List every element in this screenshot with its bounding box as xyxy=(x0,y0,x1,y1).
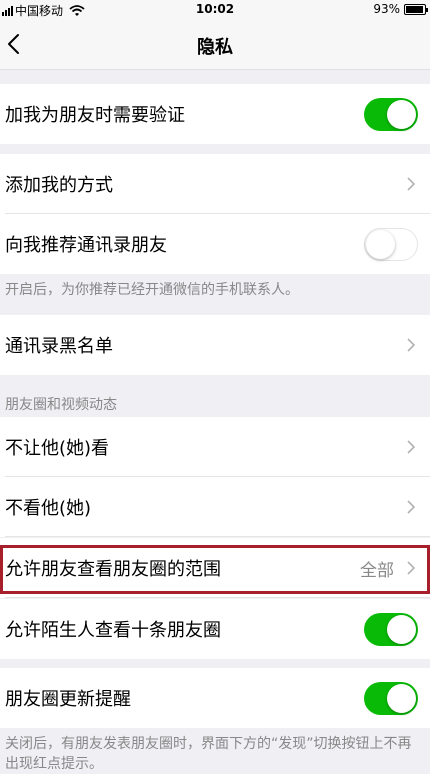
status-bar: 中国移动 10:02 93% xyxy=(0,0,430,20)
divider xyxy=(5,536,430,537)
divider xyxy=(5,597,430,598)
status-time: 10:02 xyxy=(195,2,235,16)
add-methods-label: 添加我的方式 xyxy=(5,175,113,196)
chevron-right-icon xyxy=(407,440,416,454)
hide-my-posts-row[interactable]: 不让他(她)看 xyxy=(0,417,430,477)
recommend-contacts-note: 开启后，为你推荐已经开通微信的手机联系人。 xyxy=(5,282,299,298)
chevron-right-icon xyxy=(407,338,416,352)
stranger-view-toggle[interactable] xyxy=(364,613,418,646)
status-right: 93% xyxy=(373,2,428,16)
verify-friend-label: 加我为朋友时需要验证 xyxy=(5,105,185,126)
stranger-view-label: 允许陌生人查看十条朋友圈 xyxy=(5,620,221,641)
update-reminder-toggle[interactable] xyxy=(364,682,418,715)
hide-their-posts-row[interactable]: 不看他(她) xyxy=(0,477,430,537)
add-methods-row[interactable]: 添加我的方式 xyxy=(0,154,430,214)
update-reminder-label: 朋友圈更新提醒 xyxy=(5,689,131,710)
battery-percent: 93% xyxy=(373,2,400,16)
update-reminder-row[interactable]: 朋友圈更新提醒 xyxy=(0,668,430,728)
verify-friend-toggle[interactable] xyxy=(364,98,418,131)
hide-my-posts-label: 不让他(她)看 xyxy=(5,438,110,459)
visible-range-label: 允许朋友查看朋友圈的范围 xyxy=(5,559,221,580)
blacklist-label: 通讯录黑名单 xyxy=(5,336,113,357)
chevron-right-icon xyxy=(407,500,416,514)
battery-icon xyxy=(404,3,428,15)
moments-section-header: 朋友圈和视频动态 xyxy=(5,397,117,413)
update-reminder-note: 关闭后，有朋友发表朋友圈时，界面下方的“发现”切换按钮上不再出现红点提示。 xyxy=(5,736,412,772)
chevron-right-icon xyxy=(407,561,416,575)
visible-range-row[interactable]: 允许朋友查看朋友圈的范围 全部 xyxy=(0,538,430,598)
page-title: 隐私 xyxy=(197,37,233,58)
hide-their-posts-label: 不看他(她) xyxy=(5,498,92,519)
recommend-contacts-label: 向我推荐通讯录朋友 xyxy=(5,235,167,256)
recommend-contacts-toggle[interactable] xyxy=(364,228,418,261)
nav-bar: 隐私 xyxy=(0,20,430,70)
visible-range-value: 全部 xyxy=(360,560,394,581)
verify-friend-row[interactable]: 加我为朋友时需要验证 xyxy=(0,84,430,144)
chevron-right-icon xyxy=(407,177,416,191)
stranger-view-row[interactable]: 允许陌生人查看十条朋友圈 xyxy=(0,599,430,659)
recommend-contacts-row[interactable]: 向我推荐通讯录朋友 xyxy=(0,214,430,274)
blacklist-row[interactable]: 通讯录黑名单 xyxy=(0,315,430,375)
